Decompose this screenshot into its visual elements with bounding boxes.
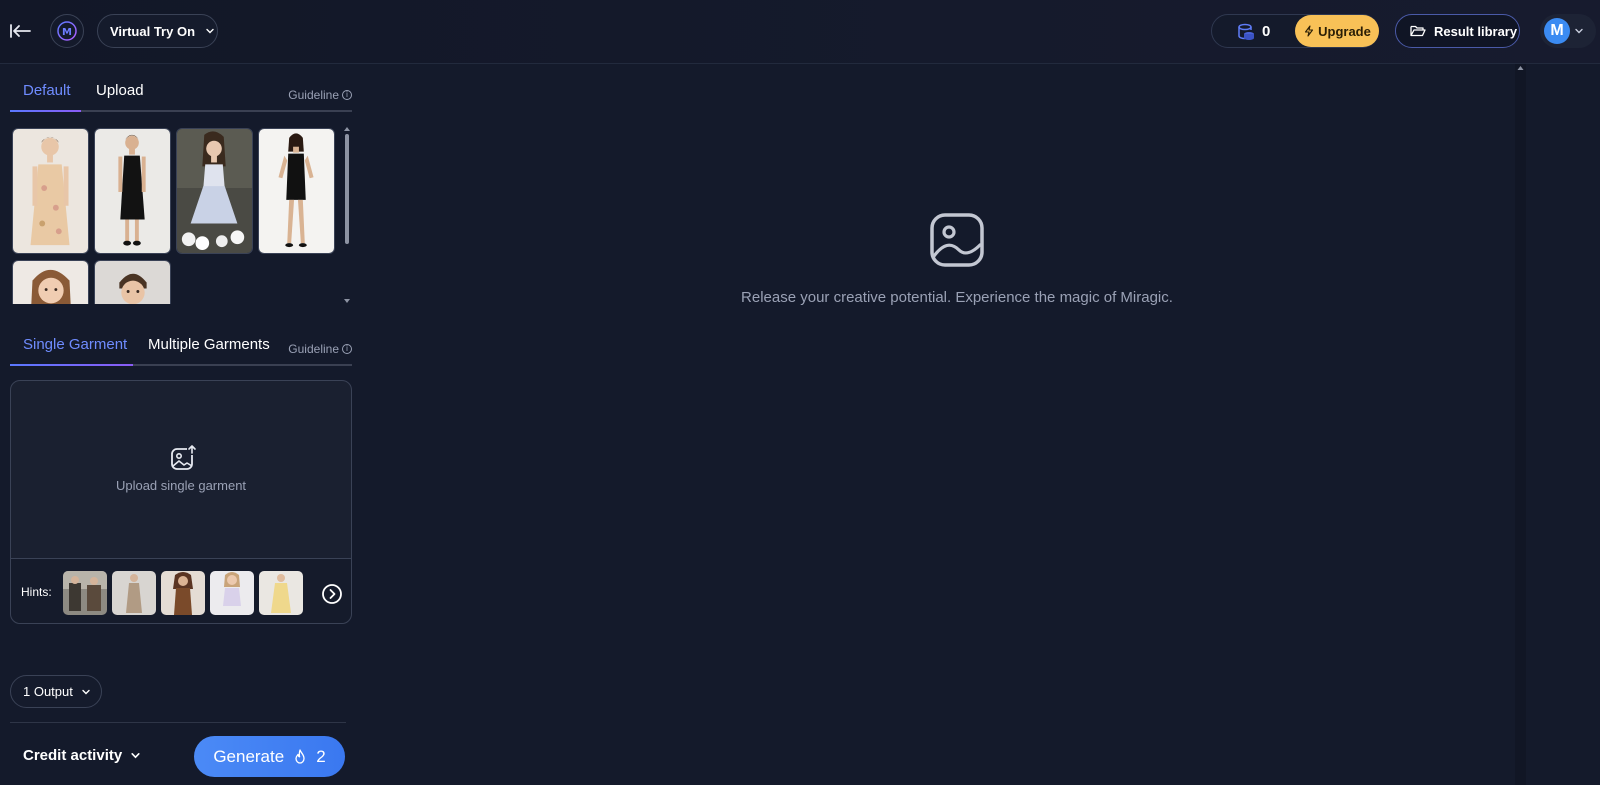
garment-upload-panel: Upload single garment Hints:	[10, 380, 352, 624]
main-scrollbar[interactable]	[1515, 64, 1526, 785]
generate-label: Generate	[213, 746, 285, 766]
tab-default[interactable]: Default	[23, 82, 71, 108]
garment-guideline-link[interactable]: Guideline i	[288, 342, 352, 356]
info-icon: i	[342, 344, 352, 354]
model-thumbnail[interactable]	[94, 260, 171, 304]
hint-thumbnail[interactable]	[63, 571, 107, 615]
hint-thumbnail[interactable]	[112, 571, 156, 615]
model-thumbnail[interactable]	[12, 260, 89, 304]
image-placeholder-icon	[930, 213, 984, 267]
scroll-up-arrow-icon[interactable]	[1515, 64, 1526, 72]
hints-next-button[interactable]	[321, 583, 343, 605]
hint-street-outfit-image	[63, 571, 107, 615]
model-tabs: Default Upload Guideline i	[10, 78, 352, 112]
chevron-right-circle-icon	[322, 584, 342, 604]
image-upload-icon	[171, 445, 197, 470]
active-tab-indicator	[10, 364, 133, 366]
hints-bar: Hints:	[11, 558, 351, 623]
model-child-boy-image	[95, 261, 170, 304]
upgrade-button[interactable]: Upgrade	[1295, 15, 1379, 47]
chevron-down-icon	[1575, 28, 1583, 34]
avatar: M	[1544, 18, 1570, 44]
hints-label: Hints:	[21, 585, 52, 599]
divider	[10, 722, 346, 723]
credit-count: 0	[1262, 23, 1271, 40]
output-count-label: 1 Output	[23, 684, 73, 699]
model-thumbnail[interactable]	[258, 128, 335, 254]
hint-thumbnail[interactable]	[161, 571, 205, 615]
model-child-girl-image	[13, 261, 88, 304]
output-count-dropdown[interactable]: 1 Output	[10, 675, 102, 708]
result-library-button[interactable]: Result library	[1395, 14, 1520, 48]
chevron-down-icon	[131, 753, 140, 759]
chevron-down-icon	[206, 28, 214, 34]
miragic-logo-icon: M	[57, 21, 77, 41]
empty-state-message: Release your creative potential. Experie…	[741, 289, 1173, 306]
model-guideline-link[interactable]: Guideline i	[288, 88, 352, 102]
hint-yellow-dress-image	[259, 571, 303, 615]
credit-activity-toggle[interactable]: Credit activity	[23, 747, 141, 764]
guideline-label: Guideline	[288, 342, 339, 356]
hint-brown-outfit-image	[161, 571, 205, 615]
svg-text:M: M	[62, 27, 72, 38]
active-tab-indicator	[10, 110, 81, 112]
upload-garment-text: Upload single garment	[115, 478, 247, 493]
model-gallery-scroll-thumb[interactable]	[345, 134, 349, 244]
top-bar: M Virtual Try On 0 Upgrade Result librar…	[0, 0, 1600, 64]
model-thumbnail[interactable]	[94, 128, 171, 254]
arrow-left-bar-icon	[10, 24, 31, 38]
credit-activity-label: Credit activity	[23, 747, 123, 764]
model-floral-dress-image	[13, 129, 88, 253]
hint-lilac-top-image	[210, 571, 254, 615]
tab-multiple-garments[interactable]: Multiple Garments	[148, 336, 270, 362]
user-menu[interactable]: M	[1540, 14, 1596, 48]
app-logo[interactable]: M	[50, 14, 84, 48]
tool-selector-label: Virtual Try On	[110, 23, 196, 39]
collapse-sidebar-button[interactable]	[8, 18, 34, 44]
upgrade-label: Upgrade	[1318, 23, 1371, 39]
model-gallery	[10, 124, 352, 304]
folder-open-icon	[1410, 25, 1426, 37]
model-thumbnail[interactable]	[12, 128, 89, 254]
model-black-dress-image	[95, 129, 170, 253]
tab-single-garment[interactable]: Single Garment	[23, 336, 127, 362]
chevron-down-icon	[82, 689, 90, 694]
result-library-label: Result library	[1434, 23, 1518, 39]
model-white-tulle-dress-image	[177, 129, 252, 253]
generate-button[interactable]: Generate 2	[194, 736, 345, 777]
info-icon: i	[342, 90, 352, 100]
tab-upload[interactable]: Upload	[96, 82, 144, 108]
tool-selector-dropdown[interactable]: Virtual Try On	[97, 14, 218, 48]
garment-upload-dropzone[interactable]: Upload single garment	[11, 381, 351, 558]
hint-beige-dress-image	[112, 571, 156, 615]
guideline-label: Guideline	[288, 88, 339, 102]
garment-tabs: Single Garment Multiple Garments Guideli…	[10, 332, 352, 366]
generate-cost: 2	[316, 746, 326, 766]
model-black-bodycon-dress-image	[259, 129, 334, 253]
lightning-icon	[1305, 25, 1314, 37]
hint-thumbnail[interactable]	[259, 571, 303, 615]
coins-icon	[1238, 23, 1254, 40]
model-thumbnail[interactable]	[176, 128, 253, 254]
flame-icon	[295, 749, 305, 764]
hint-thumbnail[interactable]	[210, 571, 254, 615]
